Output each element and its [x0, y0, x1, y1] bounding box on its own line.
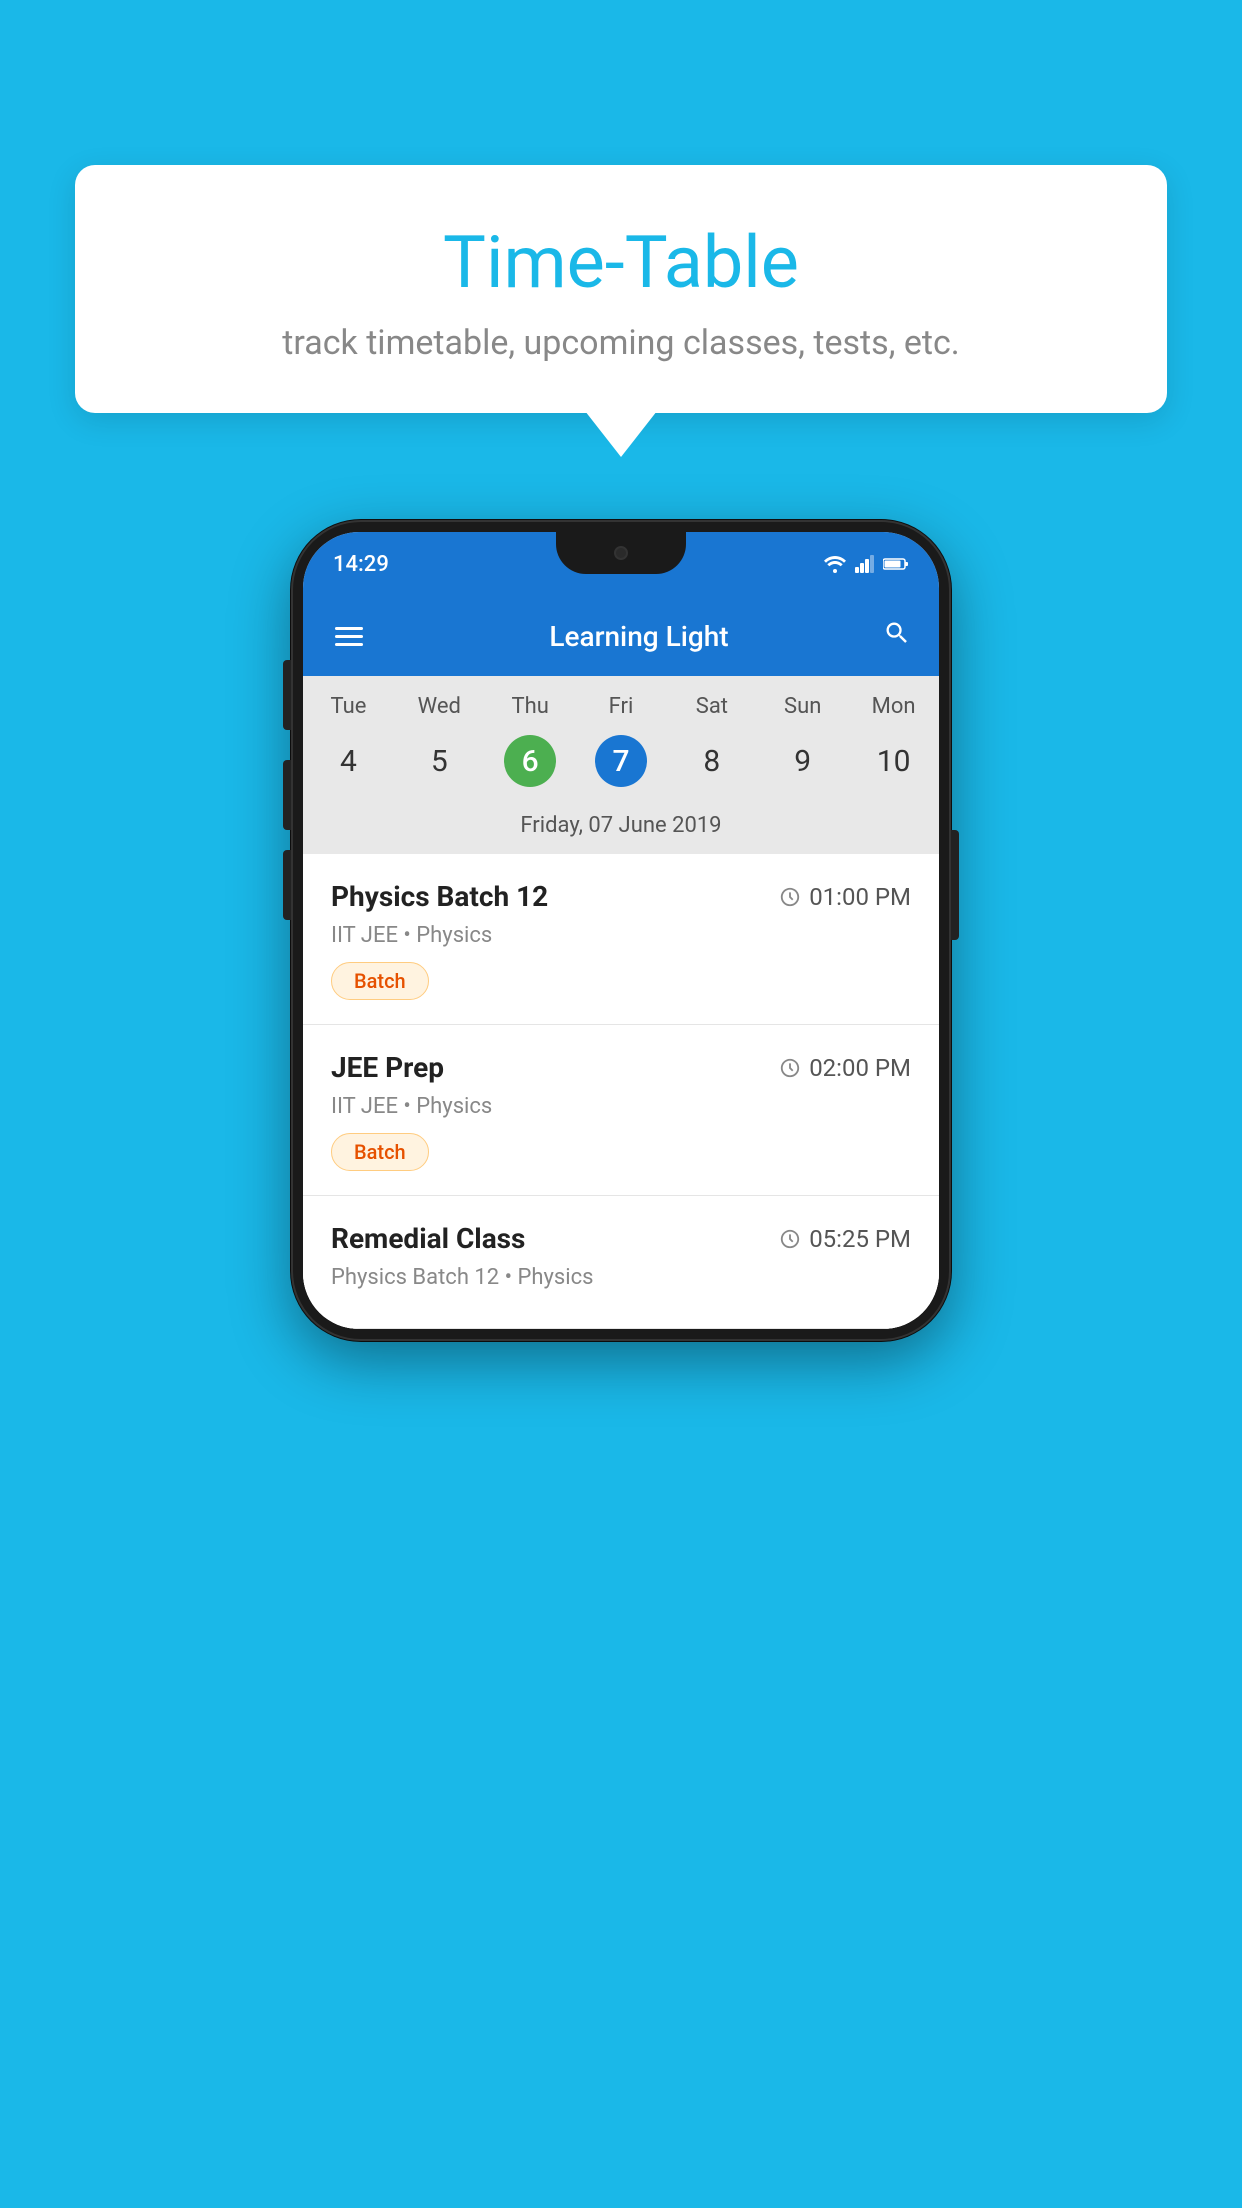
- battery-icon: [883, 557, 909, 571]
- schedule-item-2[interactable]: JEE Prep 02:00 PM IIT JEE • Physics Batc…: [303, 1025, 939, 1196]
- schedule-item-2-subtitle: IIT JEE • Physics: [331, 1094, 911, 1119]
- schedule-item-1-subtitle: IIT JEE • Physics: [331, 923, 911, 948]
- schedule-item-2-title: JEE Prep: [331, 1051, 444, 1084]
- schedule-item-3-title: Remedial Class: [331, 1222, 525, 1255]
- day-header-tue: Tue: [303, 694, 394, 719]
- wifi-icon: [823, 555, 847, 573]
- day-5[interactable]: 5: [394, 744, 485, 779]
- camera-dot: [614, 546, 628, 560]
- day-4[interactable]: 4: [303, 744, 394, 779]
- day-8[interactable]: 8: [666, 744, 757, 779]
- day-header-mon: Mon: [848, 694, 939, 719]
- app-bar-title: Learning Light: [387, 620, 891, 653]
- tooltip-card: Time-Table track timetable, upcoming cla…: [75, 165, 1167, 413]
- day-header-thu: Thu: [485, 694, 576, 719]
- hamburger-menu-icon[interactable]: [331, 623, 367, 650]
- status-bar: 14:29: [303, 532, 939, 596]
- tooltip-subtitle: track timetable, upcoming classes, tests…: [135, 323, 1107, 363]
- schedule-item-1-title: Physics Batch 12: [331, 880, 548, 913]
- schedule-item-3[interactable]: Remedial Class 05:25 PM Physics Batch 12…: [303, 1196, 939, 1329]
- schedule-item-1[interactable]: Physics Batch 12 01:00 PM IIT JEE • Phys…: [303, 854, 939, 1025]
- app-bar: Learning Light: [303, 596, 939, 676]
- day-header-sun: Sun: [757, 694, 848, 719]
- day-header-sat: Sat: [666, 694, 757, 719]
- schedule-item-2-time-text: 02:00 PM: [809, 1054, 911, 1082]
- signal-icon: [855, 555, 875, 573]
- schedule-list: Physics Batch 12 01:00 PM IIT JEE • Phys…: [303, 854, 939, 1329]
- clock-icon-2: [779, 1057, 801, 1079]
- clock-icon-3: [779, 1228, 801, 1250]
- schedule-item-1-time-text: 01:00 PM: [809, 883, 911, 911]
- phone-frame: 14:29: [291, 520, 951, 1341]
- calendar-section: Tue Wed Thu Fri Sat Sun Mon 4 5 6 7 8 9 …: [303, 676, 939, 854]
- schedule-item-1-header: Physics Batch 12 01:00 PM: [331, 880, 911, 913]
- day-10[interactable]: 10: [848, 744, 939, 779]
- search-icon[interactable]: [883, 619, 911, 654]
- selected-date-label: Friday, 07 June 2019: [303, 803, 939, 854]
- day-6-today[interactable]: 6: [485, 735, 576, 787]
- status-icons: [823, 555, 909, 573]
- day-headers: Tue Wed Thu Fri Sat Sun Mon: [303, 676, 939, 729]
- day-7-selected[interactable]: 7: [576, 735, 667, 787]
- schedule-item-3-time-text: 05:25 PM: [809, 1225, 911, 1253]
- tooltip-title: Time-Table: [135, 220, 1107, 305]
- schedule-item-3-time: 05:25 PM: [779, 1225, 911, 1253]
- phone-wrapper: 14:29: [291, 520, 951, 1341]
- phone-screen: 14:29: [303, 532, 939, 1329]
- status-time: 14:29: [333, 552, 389, 577]
- day-header-fri: Fri: [576, 694, 667, 719]
- clock-icon-1: [779, 886, 801, 908]
- schedule-item-2-header: JEE Prep 02:00 PM: [331, 1051, 911, 1084]
- schedule-item-1-time: 01:00 PM: [779, 883, 911, 911]
- day-numbers: 4 5 6 7 8 9 10: [303, 729, 939, 803]
- schedule-item-3-subtitle: Physics Batch 12 • Physics: [331, 1265, 911, 1290]
- schedule-item-3-header: Remedial Class 05:25 PM: [331, 1222, 911, 1255]
- notch: [556, 532, 686, 574]
- day-header-wed: Wed: [394, 694, 485, 719]
- day-9[interactable]: 9: [757, 744, 848, 779]
- schedule-item-2-time: 02:00 PM: [779, 1054, 911, 1082]
- schedule-item-1-tag: Batch: [331, 962, 429, 1000]
- schedule-item-2-tag: Batch: [331, 1133, 429, 1171]
